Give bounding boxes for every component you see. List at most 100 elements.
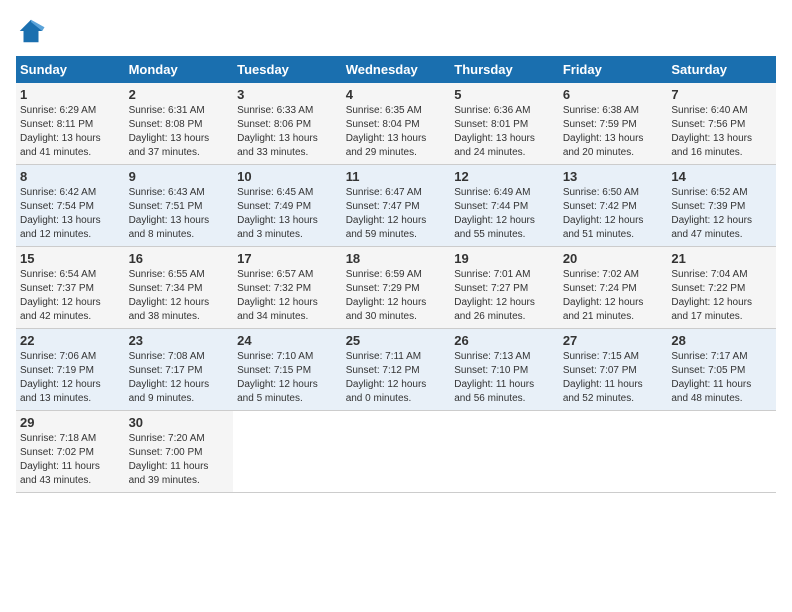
day-info: Sunrise: 7:10 AM Sunset: 7:15 PM Dayligh… bbox=[237, 350, 338, 406]
day-number: 19 bbox=[454, 251, 555, 266]
day-cell: 16Sunrise: 6:55 AM Sunset: 7:34 PM Dayli… bbox=[125, 247, 234, 329]
day-info: Sunrise: 7:04 AM Sunset: 7:22 PM Dayligh… bbox=[671, 268, 772, 324]
day-number: 30 bbox=[129, 415, 230, 430]
week-row-3: 15Sunrise: 6:54 AM Sunset: 7:37 PM Dayli… bbox=[16, 247, 776, 329]
day-cell: 8Sunrise: 6:42 AM Sunset: 7:54 PM Daylig… bbox=[16, 165, 125, 247]
day-info: Sunrise: 7:20 AM Sunset: 7:00 PM Dayligh… bbox=[129, 432, 230, 488]
page-header bbox=[16, 16, 776, 46]
calendar-header: SundayMondayTuesdayWednesdayThursdayFrid… bbox=[16, 56, 776, 83]
day-info: Sunrise: 7:13 AM Sunset: 7:10 PM Dayligh… bbox=[454, 350, 555, 406]
day-number: 10 bbox=[237, 169, 338, 184]
day-cell: 13 Sunrise: 6:50 AM Sunset: 7:42 PM Dayli… bbox=[559, 165, 668, 247]
day-number: 26 bbox=[454, 333, 555, 348]
day-cell: 17Sunrise: 6:57 AM Sunset: 7:32 PM Dayli… bbox=[233, 247, 342, 329]
day-info: Sunrise: 7:11 AM Sunset: 7:12 PM Dayligh… bbox=[346, 350, 447, 406]
column-header-tuesday: Tuesday bbox=[233, 56, 342, 83]
column-header-friday: Friday bbox=[559, 56, 668, 83]
day-number: 14 bbox=[671, 169, 772, 184]
day-cell: 22Sunrise: 7:06 AM Sunset: 7:19 PM Dayli… bbox=[16, 329, 125, 411]
column-header-saturday: Saturday bbox=[667, 56, 776, 83]
day-cell: 18 Sunrise: 6:59 AM Sunset: 7:29 PM Dayli… bbox=[342, 247, 451, 329]
week-row-2: 8Sunrise: 6:42 AM Sunset: 7:54 PM Daylig… bbox=[16, 165, 776, 247]
day-cell: 23 Sunrise: 7:08 AM Sunset: 7:17 PM Dayli… bbox=[125, 329, 234, 411]
day-number: 2 bbox=[129, 87, 230, 102]
calendar-table: SundayMondayTuesdayWednesdayThursdayFrid… bbox=[16, 56, 776, 493]
day-info: Sunrise: 6:29 AM Sunset: 8:11 PM Dayligh… bbox=[20, 104, 121, 160]
day-info: Sunrise: 7:17 AM Sunset: 7:05 PM Dayligh… bbox=[671, 350, 772, 406]
day-cell: 5 Sunrise: 6:36 AM Sunset: 8:01 PM Daylig… bbox=[450, 83, 559, 165]
logo bbox=[16, 16, 50, 46]
day-number: 9 bbox=[129, 169, 230, 184]
day-info: Sunrise: 7:02 AM Sunset: 7:24 PM Dayligh… bbox=[563, 268, 664, 324]
day-cell: 25 Sunrise: 7:11 AM Sunset: 7:12 PM Dayli… bbox=[342, 329, 451, 411]
day-number: 12 bbox=[454, 169, 555, 184]
day-cell: 20 Sunrise: 7:02 AM Sunset: 7:24 PM Dayli… bbox=[559, 247, 668, 329]
day-cell bbox=[667, 411, 776, 493]
day-info: Sunrise: 6:36 AM Sunset: 8:01 PM Dayligh… bbox=[454, 104, 555, 160]
day-info: Sunrise: 6:38 AM Sunset: 7:59 PM Dayligh… bbox=[563, 104, 664, 160]
day-cell: 30 Sunrise: 7:20 AM Sunset: 7:00 PM Dayli… bbox=[125, 411, 234, 493]
day-number: 18 bbox=[346, 251, 447, 266]
day-number: 6 bbox=[563, 87, 664, 102]
day-cell: 12 Sunrise: 6:49 AM Sunset: 7:44 PM Dayli… bbox=[450, 165, 559, 247]
day-number: 7 bbox=[671, 87, 772, 102]
day-number: 24 bbox=[237, 333, 338, 348]
day-cell bbox=[559, 411, 668, 493]
day-info: Sunrise: 6:55 AM Sunset: 7:34 PM Dayligh… bbox=[129, 268, 230, 324]
day-cell: 2 Sunrise: 6:31 AM Sunset: 8:08 PM Daylig… bbox=[125, 83, 234, 165]
week-row-1: 1 Sunrise: 6:29 AM Sunset: 8:11 PM Daylig… bbox=[16, 83, 776, 165]
day-number: 23 bbox=[129, 333, 230, 348]
day-cell: 9 Sunrise: 6:43 AM Sunset: 7:51 PM Daylig… bbox=[125, 165, 234, 247]
week-row-4: 22Sunrise: 7:06 AM Sunset: 7:19 PM Dayli… bbox=[16, 329, 776, 411]
day-cell: 29 Sunrise: 7:18 AM Sunset: 7:02 PM Dayli… bbox=[16, 411, 125, 493]
day-number: 5 bbox=[454, 87, 555, 102]
day-number: 3 bbox=[237, 87, 338, 102]
day-number: 17 bbox=[237, 251, 338, 266]
day-number: 28 bbox=[671, 333, 772, 348]
day-info: Sunrise: 6:59 AM Sunset: 7:29 PM Dayligh… bbox=[346, 268, 447, 324]
day-number: 27 bbox=[563, 333, 664, 348]
day-info: Sunrise: 7:01 AM Sunset: 7:27 PM Dayligh… bbox=[454, 268, 555, 324]
logo-icon bbox=[16, 16, 46, 46]
day-info: Sunrise: 6:50 AM Sunset: 7:42 PM Dayligh… bbox=[563, 186, 664, 242]
day-info: Sunrise: 7:06 AM Sunset: 7:19 PM Dayligh… bbox=[20, 350, 121, 406]
day-info: Sunrise: 6:31 AM Sunset: 8:08 PM Dayligh… bbox=[129, 104, 230, 160]
day-cell bbox=[342, 411, 451, 493]
day-cell: 26 Sunrise: 7:13 AM Sunset: 7:10 PM Dayli… bbox=[450, 329, 559, 411]
week-row-5: 29 Sunrise: 7:18 AM Sunset: 7:02 PM Dayli… bbox=[16, 411, 776, 493]
day-cell: 10 Sunrise: 6:45 AM Sunset: 7:49 PM Dayli… bbox=[233, 165, 342, 247]
day-number: 11 bbox=[346, 169, 447, 184]
day-cell: 21Sunrise: 7:04 AM Sunset: 7:22 PM Dayli… bbox=[667, 247, 776, 329]
day-number: 1 bbox=[20, 87, 121, 102]
day-cell: 3 Sunrise: 6:33 AM Sunset: 8:06 PM Daylig… bbox=[233, 83, 342, 165]
day-info: Sunrise: 6:52 AM Sunset: 7:39 PM Dayligh… bbox=[671, 186, 772, 242]
day-cell: 7Sunrise: 6:40 AM Sunset: 7:56 PM Daylig… bbox=[667, 83, 776, 165]
column-header-wednesday: Wednesday bbox=[342, 56, 451, 83]
day-info: Sunrise: 6:45 AM Sunset: 7:49 PM Dayligh… bbox=[237, 186, 338, 242]
day-cell bbox=[233, 411, 342, 493]
day-info: Sunrise: 6:35 AM Sunset: 8:04 PM Dayligh… bbox=[346, 104, 447, 160]
day-info: Sunrise: 6:49 AM Sunset: 7:44 PM Dayligh… bbox=[454, 186, 555, 242]
day-cell: 15Sunrise: 6:54 AM Sunset: 7:37 PM Dayli… bbox=[16, 247, 125, 329]
day-cell: 6 Sunrise: 6:38 AM Sunset: 7:59 PM Daylig… bbox=[559, 83, 668, 165]
day-cell: 14 Sunrise: 6:52 AM Sunset: 7:39 PM Dayli… bbox=[667, 165, 776, 247]
day-cell: 11 Sunrise: 6:47 AM Sunset: 7:47 PM Dayli… bbox=[342, 165, 451, 247]
day-number: 29 bbox=[20, 415, 121, 430]
day-number: 13 bbox=[563, 169, 664, 184]
header-row: SundayMondayTuesdayWednesdayThursdayFrid… bbox=[16, 56, 776, 83]
day-cell: 27 Sunrise: 7:15 AM Sunset: 7:07 PM Dayli… bbox=[559, 329, 668, 411]
day-info: Sunrise: 6:43 AM Sunset: 7:51 PM Dayligh… bbox=[129, 186, 230, 242]
column-header-thursday: Thursday bbox=[450, 56, 559, 83]
day-info: Sunrise: 7:15 AM Sunset: 7:07 PM Dayligh… bbox=[563, 350, 664, 406]
day-cell: 4Sunrise: 6:35 AM Sunset: 8:04 PM Daylig… bbox=[342, 83, 451, 165]
day-cell bbox=[450, 411, 559, 493]
day-info: Sunrise: 6:47 AM Sunset: 7:47 PM Dayligh… bbox=[346, 186, 447, 242]
day-info: Sunrise: 7:18 AM Sunset: 7:02 PM Dayligh… bbox=[20, 432, 121, 488]
calendar-body: 1 Sunrise: 6:29 AM Sunset: 8:11 PM Daylig… bbox=[16, 83, 776, 493]
column-header-monday: Monday bbox=[125, 56, 234, 83]
day-info: Sunrise: 6:33 AM Sunset: 8:06 PM Dayligh… bbox=[237, 104, 338, 160]
day-info: Sunrise: 7:08 AM Sunset: 7:17 PM Dayligh… bbox=[129, 350, 230, 406]
day-number: 20 bbox=[563, 251, 664, 266]
day-cell: 19 Sunrise: 7:01 AM Sunset: 7:27 PM Dayli… bbox=[450, 247, 559, 329]
day-number: 25 bbox=[346, 333, 447, 348]
